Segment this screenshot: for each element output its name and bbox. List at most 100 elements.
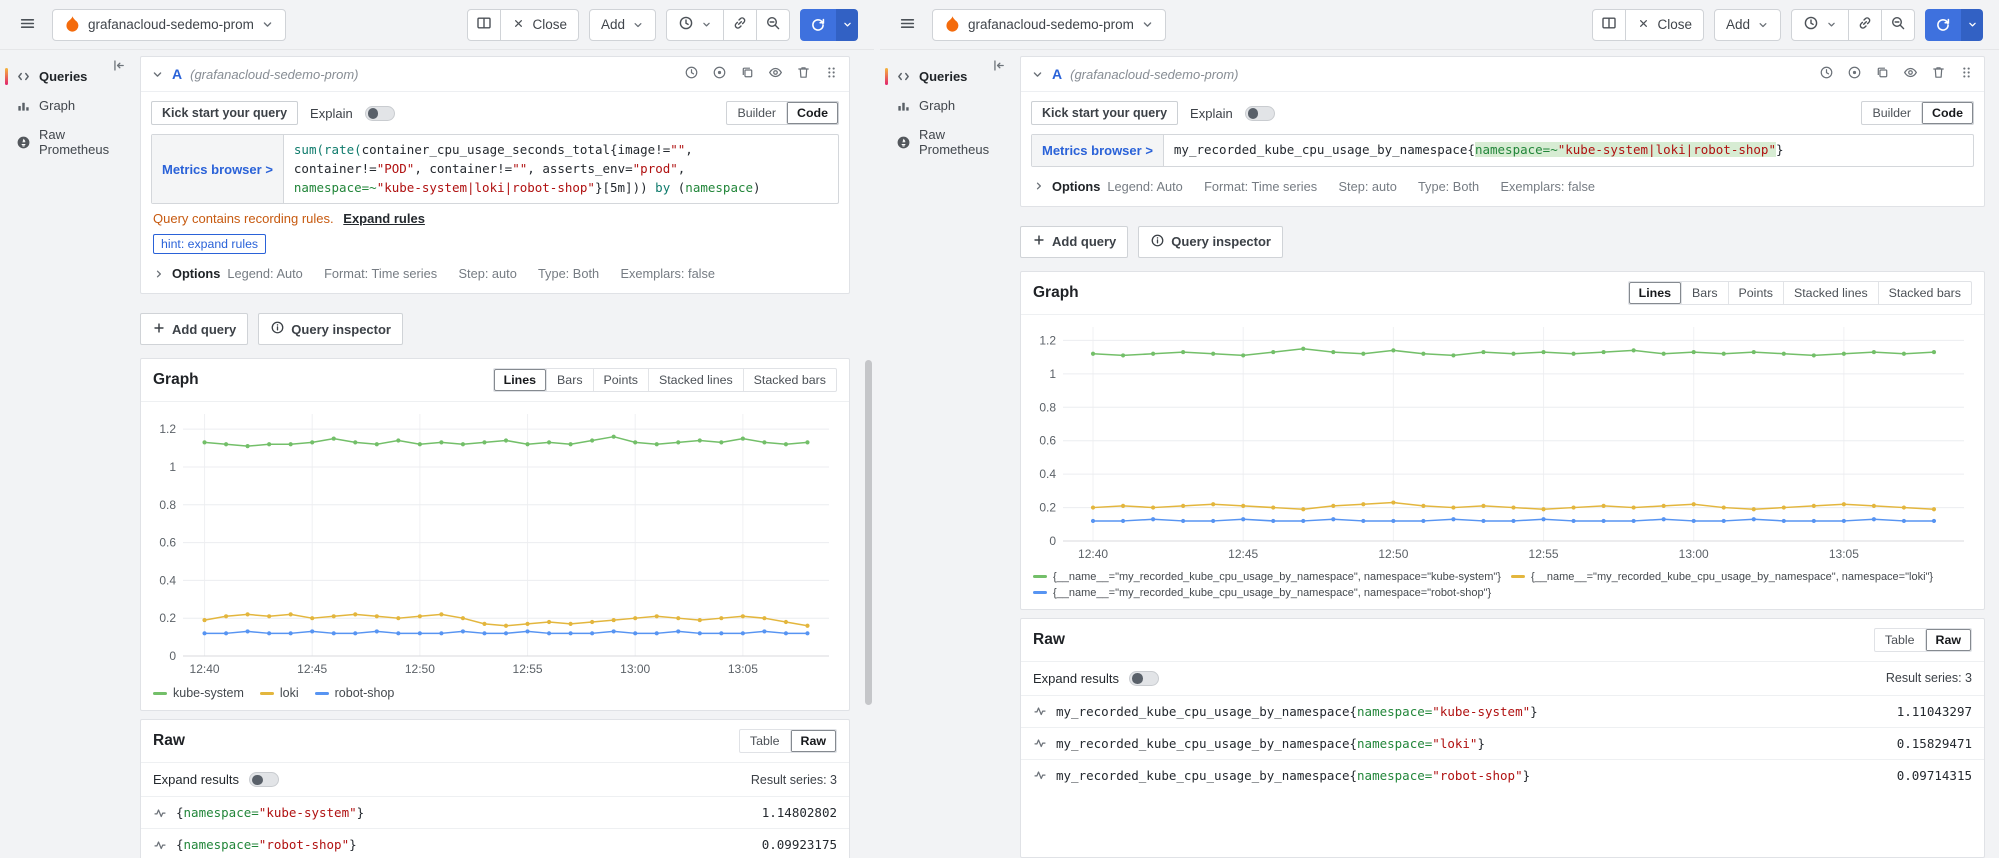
query-history-button[interactable] xyxy=(1819,65,1834,83)
drag-query-handle[interactable] xyxy=(824,65,839,83)
split-view-button[interactable] xyxy=(1592,9,1626,41)
menu-toggle-button[interactable] xyxy=(12,9,42,41)
scrollbar[interactable] xyxy=(864,50,874,858)
expand-rules-hint[interactable]: hint: expand rules xyxy=(153,234,266,254)
sidebar-item-queries[interactable]: Queries xyxy=(0,62,132,91)
query-inspector-button[interactable]: Query inspector xyxy=(258,313,403,345)
sidebar-item-graph[interactable]: Graph xyxy=(0,91,132,120)
raw-series-row[interactable]: my_recorded_kube_cpu_usage_by_namespace{… xyxy=(1021,695,1984,727)
menu-toggle-button[interactable] xyxy=(892,9,922,41)
query-options-toggle[interactable]: Options Legend: Auto Format: Time series… xyxy=(141,254,849,293)
expand-results-toggle[interactable] xyxy=(249,772,279,787)
option-lines[interactable]: Lines xyxy=(494,369,546,391)
legend-item[interactable]: {__name__="my_recorded_kube_cpu_usage_by… xyxy=(1033,587,1491,599)
legend-item[interactable]: {__name__="my_recorded_kube_cpu_usage_by… xyxy=(1033,571,1501,583)
query-ref-id[interactable]: A xyxy=(1052,66,1062,82)
option-points[interactable]: Points xyxy=(593,369,648,391)
option-builder[interactable]: Builder xyxy=(1862,102,1921,124)
option-lines[interactable]: Lines xyxy=(1629,282,1681,304)
option-bars[interactable]: Bars xyxy=(1681,282,1727,304)
svg-text:0.6: 0.6 xyxy=(1039,433,1056,447)
time-picker-button[interactable] xyxy=(1791,9,1849,41)
option-points[interactable]: Points xyxy=(1728,282,1783,304)
expand-results-toggle[interactable] xyxy=(1129,671,1159,686)
collapse-query-icon[interactable] xyxy=(151,68,164,81)
sidebar-item-graph[interactable]: Graph xyxy=(880,91,1012,120)
option-stacked-lines[interactable]: Stacked lines xyxy=(1783,282,1878,304)
duplicate-query-button[interactable] xyxy=(740,65,755,83)
option-code[interactable]: Code xyxy=(786,102,838,124)
query-inspector-button[interactable]: Query inspector xyxy=(1138,226,1283,258)
sidebar-item-label: Graph xyxy=(919,98,955,113)
code-token: "" xyxy=(670,142,685,157)
share-link-button[interactable] xyxy=(723,9,757,41)
time-picker-button[interactable] xyxy=(666,9,724,41)
legend-item[interactable]: robot-shop xyxy=(315,686,395,700)
close-split-button[interactable]: Close xyxy=(1625,9,1704,41)
raw-series-row[interactable]: my_recorded_kube_cpu_usage_by_namespace{… xyxy=(1021,759,1984,791)
option-raw[interactable]: Raw xyxy=(790,730,836,752)
chevron-down-icon xyxy=(1826,19,1837,30)
close-split-button[interactable]: Close xyxy=(500,9,579,41)
datasource-picker[interactable]: grafanacloud-sedemo-prom xyxy=(932,9,1166,41)
duplicate-query-button[interactable] xyxy=(1875,65,1890,83)
code-token: )) xyxy=(633,180,656,195)
legend-item[interactable]: {__name__="my_recorded_kube_cpu_usage_by… xyxy=(1511,571,1933,583)
add-dropdown-button[interactable]: Add xyxy=(589,9,656,41)
expand-rules-link[interactable]: Expand rules xyxy=(343,211,425,226)
legend-item[interactable]: kube-system xyxy=(153,686,244,700)
scrollbar-thumb[interactable] xyxy=(865,360,872,705)
run-query-button[interactable] xyxy=(800,9,858,41)
kick-start-button[interactable]: Kick start your query xyxy=(1031,101,1178,125)
zoom-out-button[interactable] xyxy=(1881,9,1915,41)
query-code-editor[interactable]: sum(rate(container_cpu_usage_seconds_tot… xyxy=(284,135,838,203)
query-history-button[interactable] xyxy=(684,65,699,83)
legend-item[interactable]: loki xyxy=(260,686,299,700)
share-link-button[interactable] xyxy=(1848,9,1882,41)
run-interval-dropdown[interactable] xyxy=(1961,9,1983,41)
option-bars[interactable]: Bars xyxy=(546,369,592,391)
datasource-picker[interactable]: grafanacloud-sedemo-prom xyxy=(52,9,286,41)
option-table[interactable]: Table xyxy=(740,730,790,752)
record-query-button[interactable] xyxy=(1847,65,1862,83)
sidebar-item-raw-prometheus[interactable]: Raw Prometheus xyxy=(0,120,132,164)
run-interval-dropdown[interactable] xyxy=(836,9,858,41)
drag-query-handle[interactable] xyxy=(1959,65,1974,83)
query-ref-id[interactable]: A xyxy=(172,66,182,82)
query-options-toggle[interactable]: Options Legend: Auto Format: Time series… xyxy=(1021,167,1984,206)
add-query-button[interactable]: Add query xyxy=(1020,226,1128,258)
option-stacked-lines[interactable]: Stacked lines xyxy=(648,369,743,391)
add-dropdown-button[interactable]: Add xyxy=(1714,9,1781,41)
option-stacked-bars[interactable]: Stacked bars xyxy=(1878,282,1971,304)
time-series-chart[interactable]: 12:4012:4512:5012:5513:0013:0500.20.40.6… xyxy=(153,406,837,680)
run-query-button[interactable] xyxy=(1925,9,1983,41)
explain-toggle[interactable] xyxy=(1245,106,1275,121)
option-table[interactable]: Table xyxy=(1875,629,1925,651)
sidebar-item-queries[interactable]: Queries xyxy=(880,62,1012,91)
option-raw[interactable]: Raw xyxy=(1925,629,1971,651)
toggle-query-visibility-button[interactable] xyxy=(768,65,783,83)
collapse-query-icon[interactable] xyxy=(1031,68,1044,81)
explore-split-view: grafanacloud-sedemo-prom Close Add xyxy=(0,0,1999,858)
metrics-browser-button[interactable]: Metrics browser > xyxy=(1032,135,1164,166)
option-builder[interactable]: Builder xyxy=(727,102,786,124)
raw-series-row[interactable]: {namespace="robot-shop"}0.09923175 xyxy=(141,828,849,858)
option-code[interactable]: Code xyxy=(1921,102,1973,124)
raw-series-row[interactable]: {namespace="kube-system"}1.14802802 xyxy=(141,796,849,828)
remove-query-button[interactable] xyxy=(796,65,811,83)
toggle-query-visibility-button[interactable] xyxy=(1903,65,1918,83)
sidebar-item-raw-prometheus[interactable]: Raw Prometheus xyxy=(880,120,1012,164)
zoom-out-button[interactable] xyxy=(756,9,790,41)
remove-query-button[interactable] xyxy=(1931,65,1946,83)
raw-series-row[interactable]: my_recorded_kube_cpu_usage_by_namespace{… xyxy=(1021,727,1984,759)
kick-start-button[interactable]: Kick start your query xyxy=(151,101,298,125)
add-query-button[interactable]: Add query xyxy=(140,313,248,345)
split-view-button[interactable] xyxy=(467,9,501,41)
query-datasource-hint: (grafanacloud-sedemo-prom) xyxy=(1070,67,1238,82)
explain-toggle[interactable] xyxy=(365,106,395,121)
metrics-browser-button[interactable]: Metrics browser > xyxy=(152,135,284,203)
option-stacked-bars[interactable]: Stacked bars xyxy=(743,369,836,391)
query-code-editor[interactable]: my_recorded_kube_cpu_usage_by_namespace{… xyxy=(1164,135,1973,166)
time-series-chart[interactable]: 12:4012:4512:5012:5513:0013:0500.20.40.6… xyxy=(1033,319,1972,565)
record-query-button[interactable] xyxy=(712,65,727,83)
